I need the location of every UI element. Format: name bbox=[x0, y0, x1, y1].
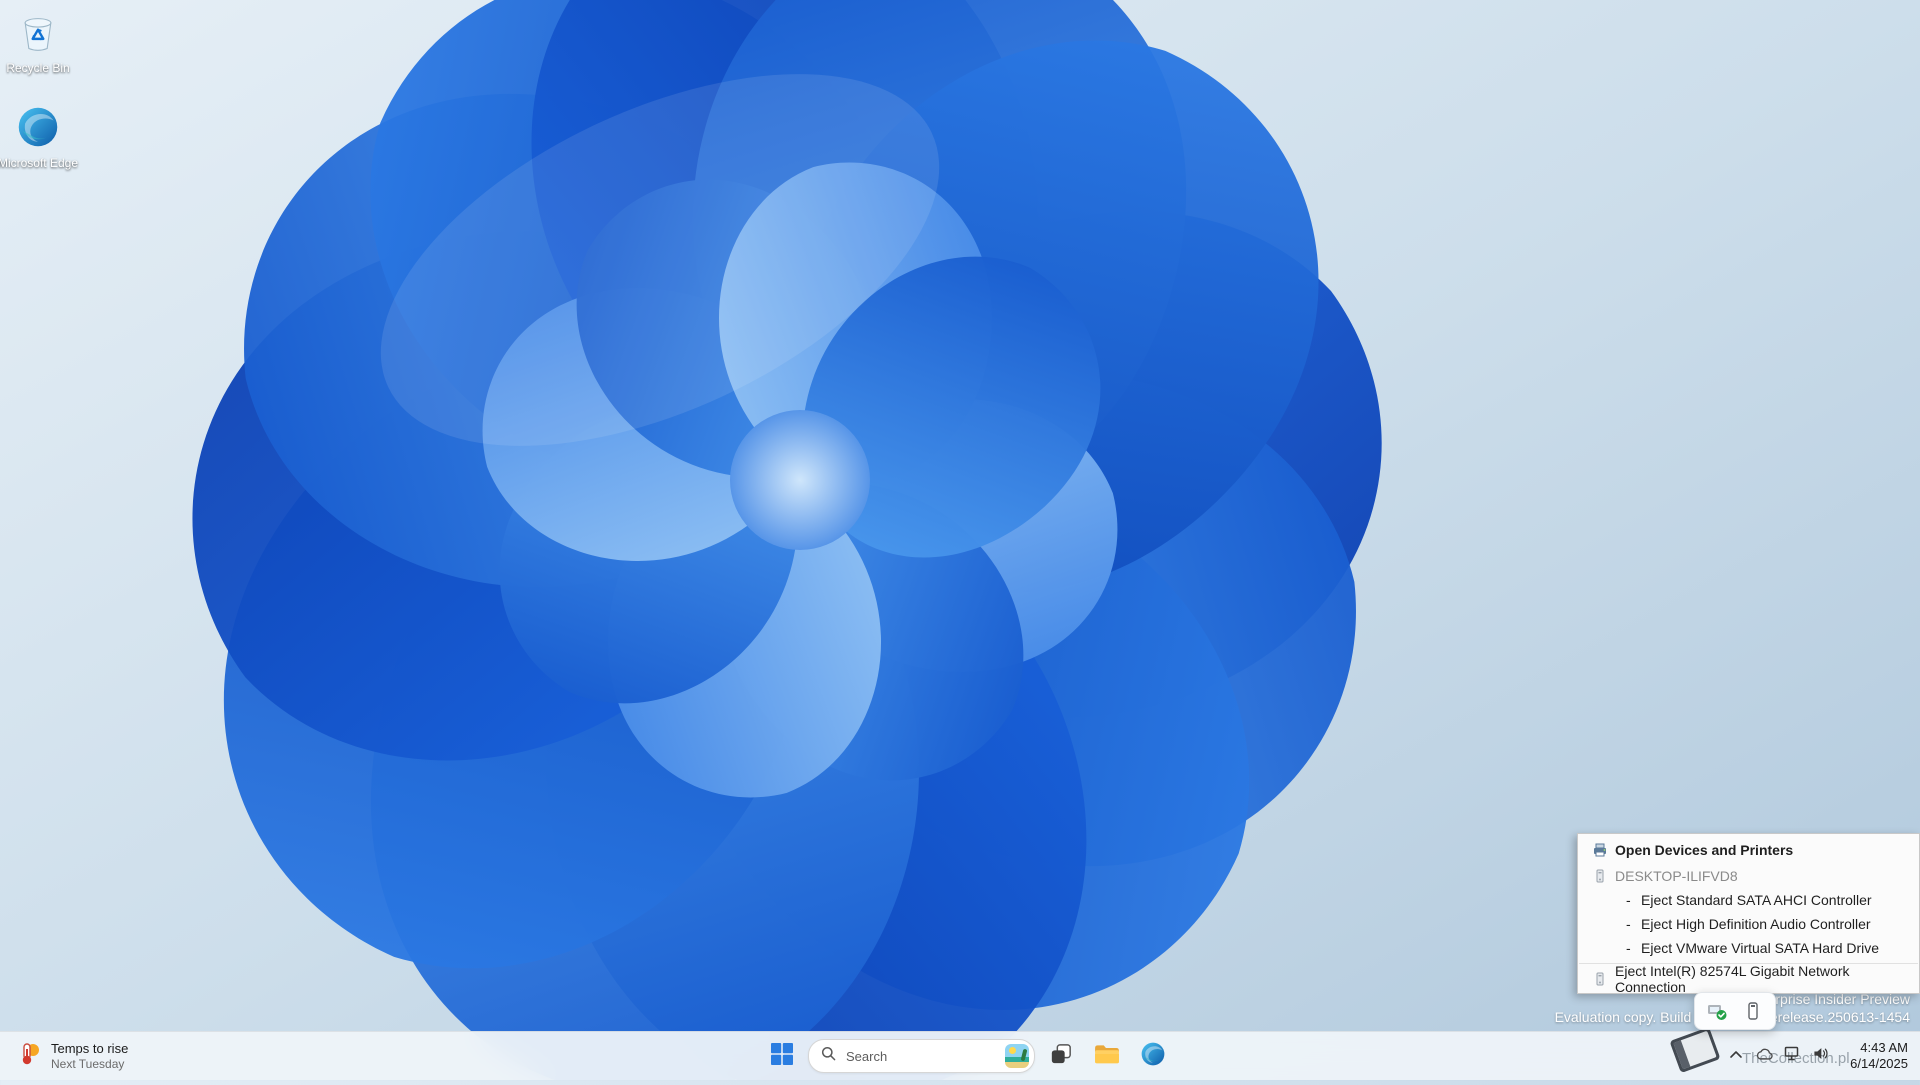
safely-remove-hardware-menu: Open Devices and Printers DESKTOP-ILIFVD… bbox=[1577, 833, 1920, 995]
hidden-icons-flyout bbox=[1694, 992, 1776, 1030]
folder-icon bbox=[1094, 1043, 1120, 1070]
search-box[interactable] bbox=[808, 1039, 1035, 1073]
menu-item-eject-hd-audio[interactable]: - Eject High Definition Audio Controller bbox=[1578, 912, 1919, 936]
volume-tray-button[interactable] bbox=[1806, 1036, 1834, 1076]
start-button[interactable] bbox=[762, 1036, 802, 1076]
usb-device-icon[interactable] bbox=[1741, 999, 1765, 1023]
menu-item-label: Eject VMware Virtual SATA Hard Drive bbox=[1641, 940, 1880, 956]
device-group-row: DESKTOP-ILIFVD8 bbox=[1578, 864, 1919, 888]
menu-item-label: Open Devices and Printers bbox=[1615, 842, 1794, 858]
menu-item-label: Eject Intel(R) 82574L Gigabit Network Co… bbox=[1615, 963, 1850, 995]
ethernet-network-icon bbox=[1784, 1046, 1801, 1066]
cloud-icon bbox=[1755, 1047, 1773, 1066]
bullet-dash: - bbox=[1626, 892, 1631, 908]
windows-logo-icon bbox=[771, 1042, 793, 1070]
desktop-icon-label: Recycle Bin bbox=[6, 61, 70, 75]
thermometer-icon bbox=[16, 1041, 42, 1072]
chevron-up-icon bbox=[1729, 1047, 1743, 1065]
drive-device-icon bbox=[1590, 869, 1610, 883]
search-highlights-icon[interactable] bbox=[1005, 1044, 1029, 1068]
search-input[interactable] bbox=[844, 1047, 997, 1065]
search-icon bbox=[821, 1046, 836, 1066]
network-device-icon bbox=[1590, 972, 1610, 986]
edge-taskbar-button[interactable] bbox=[1133, 1036, 1173, 1076]
menu-item-eject-intel-network[interactable]: Eject Intel(R) 82574L Gigabit Network Co… bbox=[1578, 963, 1919, 995]
weather-widget[interactable]: Temps to rise Next Tuesday bbox=[4, 1032, 140, 1080]
clock-date: 6/14/2025 bbox=[1850, 1056, 1908, 1071]
weather-headline: Temps to rise bbox=[51, 1041, 129, 1056]
task-view-button[interactable] bbox=[1041, 1036, 1081, 1076]
taskbar-center bbox=[762, 1032, 1173, 1080]
desktop-icon-microsoft-edge[interactable]: Microsoft Edge bbox=[0, 105, 82, 170]
recycle-bin-icon bbox=[16, 10, 60, 59]
bullet-dash: - bbox=[1626, 916, 1631, 932]
devices-and-printers-icon bbox=[1590, 842, 1610, 858]
bullet-dash: - bbox=[1626, 940, 1631, 956]
menu-item-eject-sata-ahci[interactable]: - Eject Standard SATA AHCI Controller bbox=[1578, 888, 1919, 912]
safely-remove-hardware-icon[interactable] bbox=[1705, 999, 1729, 1023]
system-tray: 4:43 AM 6/14/2025 bbox=[1722, 1032, 1916, 1080]
onedrive-tray-button[interactable] bbox=[1750, 1036, 1778, 1076]
menu-item-label: Eject High Definition Audio Controller bbox=[1641, 916, 1871, 932]
device-group-label: DESKTOP-ILIFVD8 bbox=[1615, 868, 1738, 884]
task-view-icon bbox=[1050, 1043, 1072, 1070]
network-tray-button[interactable] bbox=[1778, 1036, 1806, 1076]
edge-icon bbox=[16, 105, 60, 154]
desktop-icon-recycle-bin[interactable]: Recycle Bin bbox=[0, 10, 82, 75]
speaker-icon bbox=[1812, 1046, 1829, 1066]
hidden-icons-button[interactable] bbox=[1722, 1036, 1750, 1076]
clock-time: 4:43 AM bbox=[1860, 1040, 1908, 1055]
edge-icon bbox=[1140, 1041, 1166, 1072]
menu-item-eject-vmware-sata[interactable]: - Eject VMware Virtual SATA Hard Drive bbox=[1578, 936, 1919, 960]
menu-item-label: Eject Standard SATA AHCI Controller bbox=[1641, 892, 1872, 908]
book-watermark-icon bbox=[1664, 1023, 1726, 1082]
clock[interactable]: 4:43 AM 6/14/2025 bbox=[1842, 1036, 1916, 1076]
file-explorer-button[interactable] bbox=[1087, 1036, 1127, 1076]
weather-subline: Next Tuesday bbox=[51, 1057, 125, 1071]
desktop-icon-label: Microsoft Edge bbox=[0, 156, 79, 170]
taskbar: TheCollection.pl Temps to rise Next Tues… bbox=[0, 1027, 1920, 1080]
menu-item-open-devices-and-printers[interactable]: Open Devices and Printers bbox=[1578, 836, 1919, 864]
